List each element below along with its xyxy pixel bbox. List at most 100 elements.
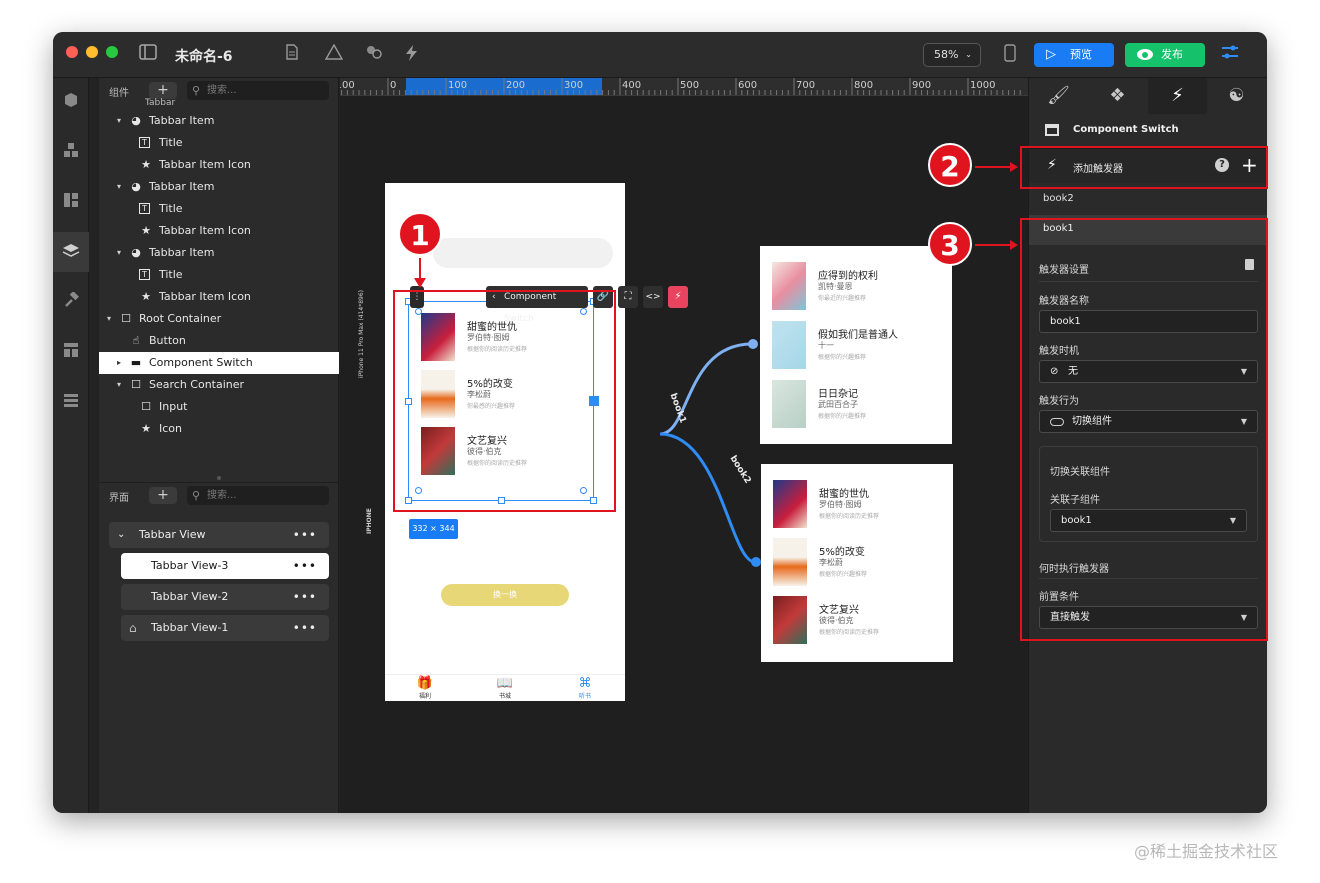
view-group-tabbar-view[interactable]: ⌄ Tabbar View ••• — [109, 522, 329, 548]
caret-down-icon[interactable]: ▾ — [117, 110, 121, 132]
tab-component[interactable]: ❖ — [1088, 78, 1147, 114]
book-item[interactable]: 文艺复兴 彼得·伯克 根据你的阅读历史推荐 — [773, 596, 953, 646]
tree-row[interactable]: T Title — [99, 198, 339, 220]
title-bar: 未命名-6 58% ⌄ ▷ 预览 发布 — [53, 32, 1267, 78]
publish-label: 发布 — [1161, 48, 1183, 61]
tab-style[interactable]: 🖌 — [1029, 78, 1088, 114]
views-panel-label: 界面 — [109, 493, 129, 504]
book-author: 武田百合子 — [818, 400, 858, 409]
tab-interaction[interactable]: ⚡ — [1148, 78, 1207, 114]
book-cover-image — [772, 262, 806, 310]
interaction-icon[interactable] — [401, 44, 423, 66]
book-item[interactable]: 日日杂记 武田百合子 根据你的兴趣推荐 — [772, 380, 952, 430]
device-preview-icon[interactable] — [999, 44, 1021, 66]
preview-button[interactable]: ▷ 预览 — [1034, 43, 1114, 67]
star-icon: ★ — [141, 224, 151, 237]
book-author: 十一 — [818, 341, 834, 350]
tree-row[interactable]: ▾ ◕ Tabbar Item — [99, 242, 339, 264]
chevron-down-icon: ⌄ — [965, 50, 972, 59]
publish-button[interactable]: 发布 — [1125, 43, 1205, 67]
tree-row[interactable]: ▾ ◕ Tabbar Item — [99, 176, 339, 198]
tree-row-label: Tabbar Item Icon — [159, 224, 251, 237]
close-window-button[interactable] — [66, 46, 78, 58]
sidebar-toggle-icon[interactable] — [137, 44, 159, 66]
zoom-select[interactable]: 58% ⌄ — [923, 43, 981, 67]
tree-row-label: Component Switch — [149, 356, 253, 369]
layers-panel: 组件 + ⚲ 搜索... Tabbar ▾ ◕ Tabbar Item T Title ★… — [99, 78, 339, 813]
caret-down-icon[interactable]: ▾ — [117, 374, 121, 396]
more-icon[interactable]: ••• — [293, 584, 317, 610]
book-card-2[interactable]: 甜蜜的世仇 罗伯特·图姆 根据你的阅读历史推荐 5%的改变 李松蔚 根据你的兴趣推荐 文艺复… — [761, 464, 953, 662]
tree-row-label: Tabbar Item — [149, 180, 215, 193]
tree-row[interactable]: ▾ ☐ Search Container — [99, 374, 339, 396]
chevron-down-icon: ⌄ — [117, 529, 126, 540]
grid-layout-icon[interactable] — [61, 342, 81, 362]
tree-row[interactable]: ★ Tabbar Item Icon — [99, 286, 339, 308]
more-icon[interactable]: ••• — [293, 553, 317, 579]
book-title: 文艺复兴 — [819, 605, 859, 616]
connection-endpoint[interactable] — [751, 557, 761, 567]
cube-icon[interactable] — [61, 92, 81, 112]
hammer-icon[interactable] — [61, 291, 81, 312]
zoom-value: 58% — [934, 48, 959, 61]
document-icon[interactable] — [281, 44, 303, 66]
book-item[interactable]: 5%的改变 李松蔚 根据你的兴趣推荐 — [773, 538, 953, 588]
connection-book2[interactable] — [659, 432, 756, 564]
tree-row-label: Icon — [159, 422, 182, 435]
minimize-window-button[interactable] — [86, 46, 98, 58]
text-icon: T — [139, 269, 150, 280]
caret-down-icon[interactable]: ▾ — [107, 308, 111, 330]
tree-row-label: Search Container — [149, 378, 245, 391]
tree-row[interactable]: T Title — [99, 264, 339, 286]
book-desc: 根据你的阅读历史推荐 — [819, 513, 880, 520]
tree-row[interactable]: ▾ ☐ Root Container — [99, 308, 339, 330]
zoom-window-button[interactable] — [106, 46, 118, 58]
caret-down-icon[interactable]: ▾ — [117, 242, 121, 264]
bolt-icon: ⚡ — [1171, 85, 1184, 106]
book-item[interactable]: 应得到的权利 凯特·曼恩 你最近的兴趣推荐 — [772, 262, 952, 312]
cubes-icon[interactable] — [61, 142, 81, 162]
resize-handle[interactable] — [217, 476, 221, 480]
annotation-badge-2: 2 — [928, 143, 972, 187]
tree-row[interactable]: ▾ ◕ Tabbar Item — [99, 110, 339, 132]
caret-right-icon[interactable]: ▸ — [117, 352, 121, 374]
book-author: 凯特·曼恩 — [818, 282, 853, 291]
add-component-button[interactable]: + — [149, 82, 177, 99]
tree-row[interactable]: ☐ Input — [99, 396, 339, 418]
add-view-button[interactable]: + — [149, 487, 177, 504]
more-icon[interactable]: ••• — [293, 522, 317, 548]
shapes-icon[interactable] — [323, 43, 345, 66]
tab-ai[interactable]: ☯ — [1207, 78, 1266, 114]
caret-down-icon[interactable]: ▾ — [117, 176, 121, 198]
layers-tab[interactable] — [53, 232, 89, 272]
tree-row-partial[interactable]: Tabbar — [99, 98, 339, 110]
more-icon[interactable]: ••• — [293, 615, 317, 641]
components-icon[interactable] — [363, 44, 385, 66]
components-panel-label: 组件 — [109, 88, 129, 99]
tree-row[interactable]: ★ Tabbar Item Icon — [99, 154, 339, 176]
view-item-2[interactable]: Tabbar View-2 ••• — [121, 584, 329, 610]
settings-sliders-icon[interactable] — [1219, 44, 1241, 66]
book-item[interactable]: 假如我们是普通人 十一 根据你的兴趣推荐 — [772, 321, 952, 371]
layout-icon[interactable] — [61, 192, 81, 212]
brush-icon: 🖌 — [1047, 85, 1070, 106]
view-item-3[interactable]: Tabbar View-3 ••• — [121, 553, 329, 579]
view-search-input[interactable]: ⚲ 搜索... — [187, 486, 329, 505]
book-author: 彼得·伯克 — [819, 616, 854, 625]
preview-label: 预览 — [1070, 48, 1092, 61]
tree-row[interactable]: T Title — [99, 132, 339, 154]
connection-book1[interactable] — [659, 342, 753, 436]
view-item-1[interactable]: ⌂ Tabbar View-1 ••• — [121, 615, 329, 641]
tree-row[interactable]: ▸ ▬ Component Switch — [99, 352, 339, 374]
views-panel-header: 界面 + ⚲ 搜索... — [99, 482, 339, 508]
annotation-arrow-3 — [975, 244, 1011, 246]
document-title: 未命名-6 — [175, 49, 233, 65]
connection-endpoint[interactable] — [748, 339, 758, 349]
tree-row[interactable]: ★ Icon — [99, 418, 339, 440]
table-icon[interactable] — [61, 392, 81, 412]
book-item[interactable]: 甜蜜的世仇 罗伯特·图姆 根据你的阅读历史推荐 — [773, 480, 953, 530]
book-card-1[interactable]: 应得到的权利 凯特·曼恩 你最近的兴趣推荐 假如我们是普通人 十一 根据你的兴趣推荐 日日杂… — [760, 246, 952, 444]
tree-row[interactable]: ★ Tabbar Item Icon — [99, 220, 339, 242]
switch-icon: ▬ — [130, 356, 142, 369]
tree-row[interactable]: ☝ Button — [99, 330, 339, 352]
